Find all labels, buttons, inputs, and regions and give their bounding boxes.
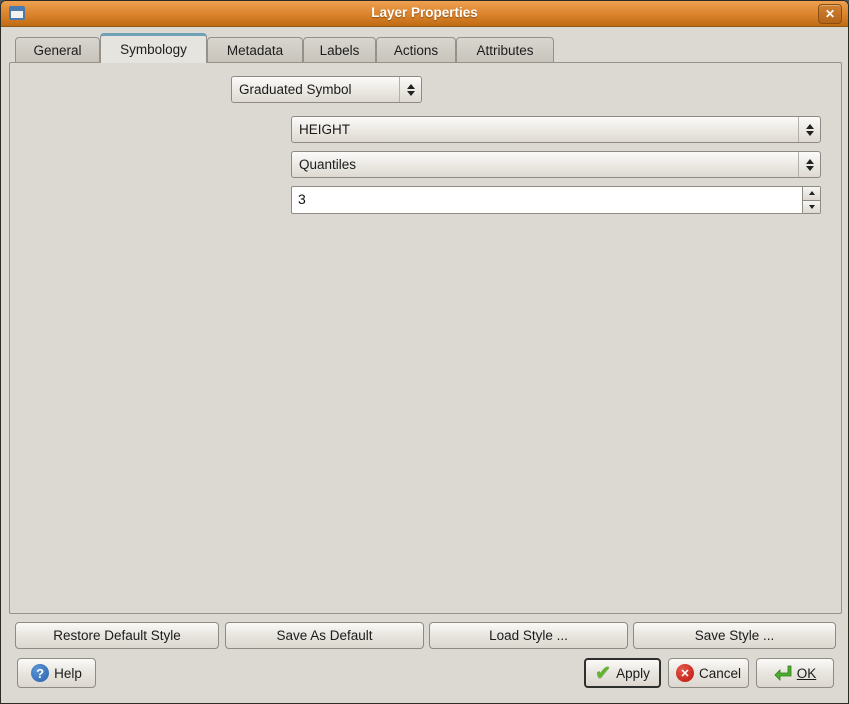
ok-button[interactable]: OK xyxy=(756,658,834,688)
help-icon: ? xyxy=(31,664,49,682)
load-style-button[interactable]: Load Style ... xyxy=(429,622,628,649)
help-label: Help xyxy=(54,666,82,681)
tab-attributes[interactable]: Attributes xyxy=(456,37,554,62)
spin-down-button[interactable] xyxy=(803,200,820,214)
tab-general[interactable]: General xyxy=(15,37,100,62)
combo-arrows-icon xyxy=(798,117,820,142)
close-button[interactable]: ✕ xyxy=(818,4,842,24)
combo-arrows-icon xyxy=(798,152,820,177)
classification-field-select[interactable]: HEIGHT xyxy=(291,116,821,143)
apply-label: Apply xyxy=(616,666,650,681)
cancel-x-icon: ✕ xyxy=(676,664,694,682)
num-classes-value: 3 xyxy=(292,187,802,213)
help-button[interactable]: ? Help xyxy=(17,658,96,688)
spin-up-button[interactable] xyxy=(803,187,820,200)
mode-value: Quantiles xyxy=(292,157,798,172)
window-title: Layer Properties xyxy=(1,5,848,20)
combo-arrows-icon xyxy=(399,77,421,102)
mode-select[interactable]: Quantiles xyxy=(291,151,821,178)
legend-type-value: Graduated Symbol xyxy=(232,82,399,97)
apply-button[interactable]: ✔ Apply xyxy=(584,658,661,688)
tab-metadata[interactable]: Metadata xyxy=(207,37,303,62)
tab-symbology[interactable]: Symbology xyxy=(100,33,207,63)
ok-label: OK xyxy=(797,666,817,681)
save-style-button[interactable]: Save Style ... xyxy=(633,622,836,649)
restore-default-style-button[interactable]: Restore Default Style xyxy=(15,622,219,649)
cancel-label: Cancel xyxy=(699,666,741,681)
titlebar[interactable]: Layer Properties ✕ xyxy=(1,1,848,27)
classification-field-value: HEIGHT xyxy=(292,122,798,137)
save-as-default-button[interactable]: Save As Default xyxy=(225,622,424,649)
layer-properties-dialog: Layer Properties ✕ General Symbology Met… xyxy=(0,0,849,704)
symbology-panel xyxy=(9,62,842,614)
tab-labels[interactable]: Labels xyxy=(303,37,376,62)
apply-check-icon: ✔ xyxy=(595,662,611,685)
close-icon: ✕ xyxy=(825,7,835,21)
legend-type-select[interactable]: Graduated Symbol xyxy=(231,76,422,103)
ok-enter-icon xyxy=(774,665,792,681)
num-classes-spinner[interactable]: 3 xyxy=(291,186,821,214)
cancel-button[interactable]: ✕ Cancel xyxy=(668,658,749,688)
tab-actions[interactable]: Actions xyxy=(376,37,456,62)
